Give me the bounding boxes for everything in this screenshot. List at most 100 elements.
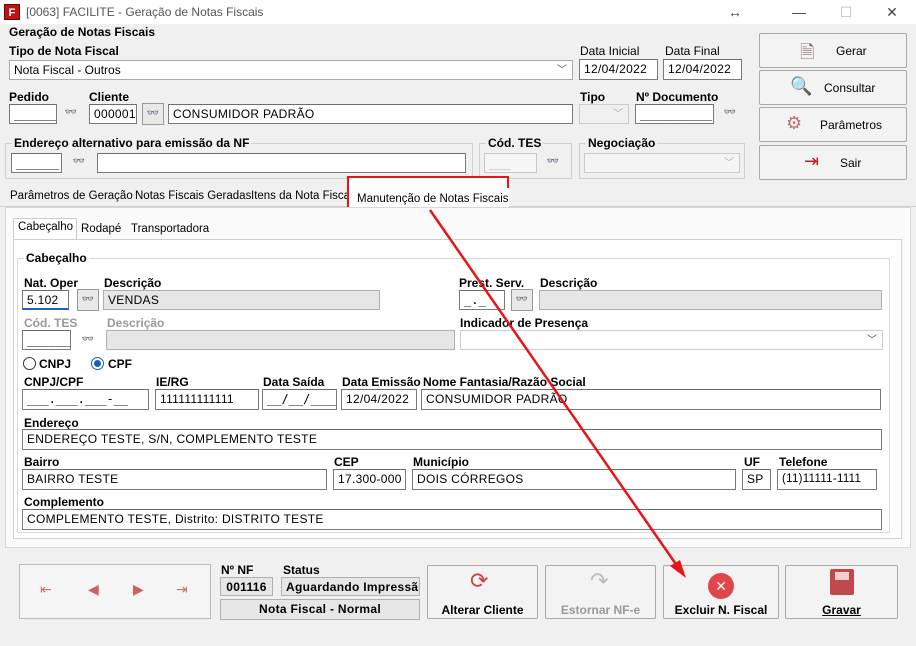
telefone-field[interactable]: (11)11111-1111: [777, 469, 877, 490]
alterar-cliente-label: Alterar Cliente: [441, 603, 524, 617]
endereco-alt-code-field[interactable]: ______: [11, 153, 62, 173]
tab-itens-nota[interactable]: Itens da Nota Fiscal: [251, 185, 353, 207]
tipo-nota-select[interactable]: Nota Fiscal - Outros ﹀: [9, 60, 573, 80]
descricao2-field: [539, 290, 882, 310]
first-record-icon[interactable]: ⇤: [40, 581, 52, 598]
gravar-button[interactable]: Gravar: [785, 565, 898, 619]
nat-oper-field[interactable]: 5.102: [22, 290, 69, 310]
alterar-cliente-button[interactable]: ⟳ Alterar Cliente: [427, 565, 538, 619]
data-final-field[interactable]: 12/04/2022: [663, 59, 742, 80]
cpf-radio[interactable]: [91, 357, 104, 370]
data-emissao-field[interactable]: 12/04/2022: [341, 389, 417, 410]
cliente-label: Cliente: [89, 90, 130, 104]
municipio-field[interactable]: DOIS CÓRREGOS: [412, 469, 736, 490]
cliente-code-field[interactable]: 000001: [89, 104, 137, 124]
tipo-label: Tipo: [580, 90, 606, 104]
indicador-label: Indicador de Presença: [460, 316, 589, 330]
data-saida-field[interactable]: __/__/____: [262, 389, 337, 410]
minimize-button[interactable]: —: [788, 3, 810, 21]
descricao2-label: Descrição: [540, 276, 598, 290]
documents-icon: 🗎: [800, 42, 815, 62]
app-icon: F: [4, 4, 20, 20]
endereco-alt-label: Endereço alternativo para emissão da NF: [12, 136, 252, 150]
status-label: Status: [283, 563, 320, 577]
close-button[interactable]: ✕: [881, 3, 903, 21]
parametros-label: Parâmetros: [820, 118, 883, 132]
endereco-alt-search-icon[interactable]: 👓: [70, 153, 88, 171]
last-record-icon[interactable]: ⇥: [176, 581, 188, 598]
subtab-rodape[interactable]: Rodapé: [81, 223, 121, 235]
cod-tes-label: Cód. TES: [486, 136, 544, 150]
sair-label: Sair: [840, 156, 862, 170]
title-bar: F [0063] FACILITE - Geração de Notas Fis…: [0, 0, 916, 24]
cod-tes2-search-icon[interactable]: 👓: [79, 331, 97, 349]
tipo-select[interactable]: ﹀: [579, 104, 629, 124]
ie-rg-label: IE/RG: [156, 375, 189, 389]
endereco-alt-desc-field[interactable]: [97, 153, 466, 173]
negociacao-select[interactable]: ﹀: [584, 153, 740, 173]
excluir-label: Excluir N. Fiscal: [674, 603, 768, 617]
descricao3-label: Descrição: [107, 316, 165, 330]
cpf-radio-label: CPF: [108, 357, 132, 371]
endereco-label: Endereço: [24, 416, 79, 430]
ndoc-field[interactable]: __________: [635, 104, 714, 124]
ndoc-search-icon[interactable]: 👓: [721, 104, 739, 122]
excluir-button[interactable]: ✕ Excluir N. Fiscal: [663, 565, 779, 619]
pedido-label: Pedido: [9, 90, 50, 104]
chevron-down-icon: ﹀: [867, 335, 877, 346]
gravar-label: Gravar: [822, 603, 861, 617]
delete-x-icon: ✕: [708, 573, 734, 599]
tab-notas-geradas[interactable]: Notas Fiscais Geradas: [135, 185, 251, 207]
subtab-cabecalho[interactable]: Cabeçalho: [18, 221, 73, 233]
negociacao-label: Negociação: [586, 136, 658, 150]
cod-tes-search-icon[interactable]: 👓: [544, 153, 562, 171]
complemento-label: Complemento: [24, 495, 105, 509]
cnpj-radio[interactable]: [23, 357, 36, 370]
prev-record-icon[interactable]: ◀: [88, 581, 99, 598]
subtab-transportadora[interactable]: Transportadora: [131, 223, 209, 235]
window-title: [0063] FACILITE - Geração de Notas Fisca…: [26, 5, 264, 19]
indicador-select[interactable]: ﹀: [460, 330, 883, 350]
next-record-icon[interactable]: ▶: [133, 581, 144, 598]
nome-fantasia-field[interactable]: CONSUMIDOR PADRÃO: [421, 389, 881, 410]
cep-field[interactable]: 17.300-000: [333, 469, 406, 490]
uf-field[interactable]: SP: [742, 469, 771, 490]
chevron-down-icon: ﹀: [613, 109, 623, 120]
nat-oper-search-icon[interactable]: 👓: [77, 289, 99, 311]
cod-tes2-field[interactable]: ______: [22, 330, 71, 350]
cnpj-cpf-label: CNPJ/CPF: [24, 375, 84, 389]
cod-tes-field[interactable]: ___: [484, 153, 537, 173]
nome-fantasia-label: Nome Fantasia/Razão Social: [423, 375, 586, 389]
bairro-field[interactable]: BAIRRO TESTE: [22, 469, 327, 490]
estornar-button[interactable]: ↷ Estornar NF-e: [545, 565, 656, 619]
data-inicial-field[interactable]: 12/04/2022: [579, 59, 658, 80]
cliente-search-icon[interactable]: 👓: [142, 103, 164, 125]
undo-arrow-icon: ↷: [590, 568, 609, 593]
pedido-search-icon[interactable]: 👓: [62, 104, 80, 122]
consultar-button[interactable]: 🔍 Consultar: [759, 70, 907, 105]
pedido-field[interactable]: ______: [9, 104, 57, 124]
nf-label: Nº NF: [221, 563, 254, 577]
endereco-field[interactable]: ENDEREÇO TESTE, S/N, COMPLEMENTO TESTE: [22, 429, 882, 450]
prest-serv-field[interactable]: _._: [459, 290, 505, 310]
sair-button[interactable]: ⇥ Sair: [759, 145, 907, 180]
uf-label: UF: [744, 455, 760, 469]
consultar-label: Consultar: [824, 81, 876, 95]
tipo-nf-field: Nota Fiscal - Normal: [220, 599, 420, 620]
descricao3-field: [106, 330, 455, 350]
ie-rg-field[interactable]: 111111111111: [155, 389, 259, 410]
tipo-nota-label: Tipo de Nota Fiscal: [9, 44, 119, 58]
descricao-label: Descrição: [104, 276, 162, 290]
cod-tes2-label: Cód. TES: [24, 316, 78, 330]
gerar-button[interactable]: 🗎 Gerar: [759, 33, 907, 68]
cliente-name-field[interactable]: CONSUMIDOR PADRÃO: [168, 104, 573, 124]
prest-serv-search-icon[interactable]: 👓: [511, 289, 533, 311]
tab-parametros-geracao[interactable]: Parâmetros de Geração: [10, 185, 133, 207]
cnpj-radio-label: CNPJ: [39, 357, 72, 371]
restore-button[interactable]: ☐: [835, 3, 857, 21]
complemento-field[interactable]: COMPLEMENTO TESTE, Distrito: DISTRITO TE…: [22, 509, 882, 530]
data-emissao-label: Data Emissão: [342, 375, 421, 389]
gerar-label: Gerar: [836, 44, 867, 58]
cnpj-cpf-field[interactable]: ___.___.___-__: [22, 389, 149, 410]
parametros-button[interactable]: ⚙ Parâmetros: [759, 107, 907, 142]
